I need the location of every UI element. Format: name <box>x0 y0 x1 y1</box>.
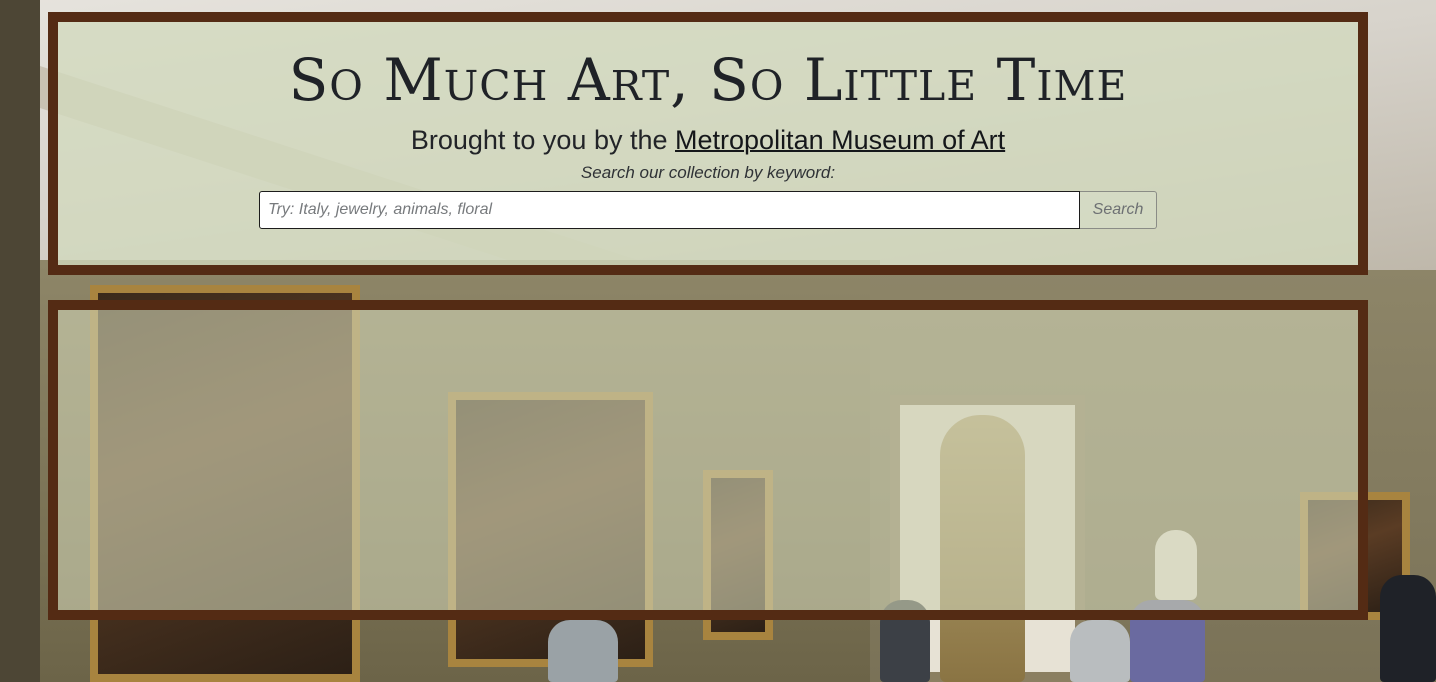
museum-link[interactable]: Metropolitan Museum of Art <box>675 125 1005 155</box>
search-button[interactable]: Search <box>1080 191 1157 229</box>
results-panel <box>48 300 1368 620</box>
visitor <box>1380 575 1436 682</box>
search-prompt: Search our collection by keyword: <box>580 163 836 182</box>
search-input[interactable] <box>259 191 1080 229</box>
gallery-wall-edge <box>0 0 40 682</box>
header-panel: So Much Art, So Little Time Brought to y… <box>48 12 1368 275</box>
search-form: Search <box>259 191 1157 229</box>
tagline: Brought to you by the Metropolitan Museu… <box>58 124 1358 156</box>
tagline-prefix: Brought to you by the <box>410 125 676 155</box>
visitor <box>548 620 618 682</box>
site-title: So Much Art, So Little Time <box>288 46 1128 114</box>
visitor <box>1070 620 1130 682</box>
